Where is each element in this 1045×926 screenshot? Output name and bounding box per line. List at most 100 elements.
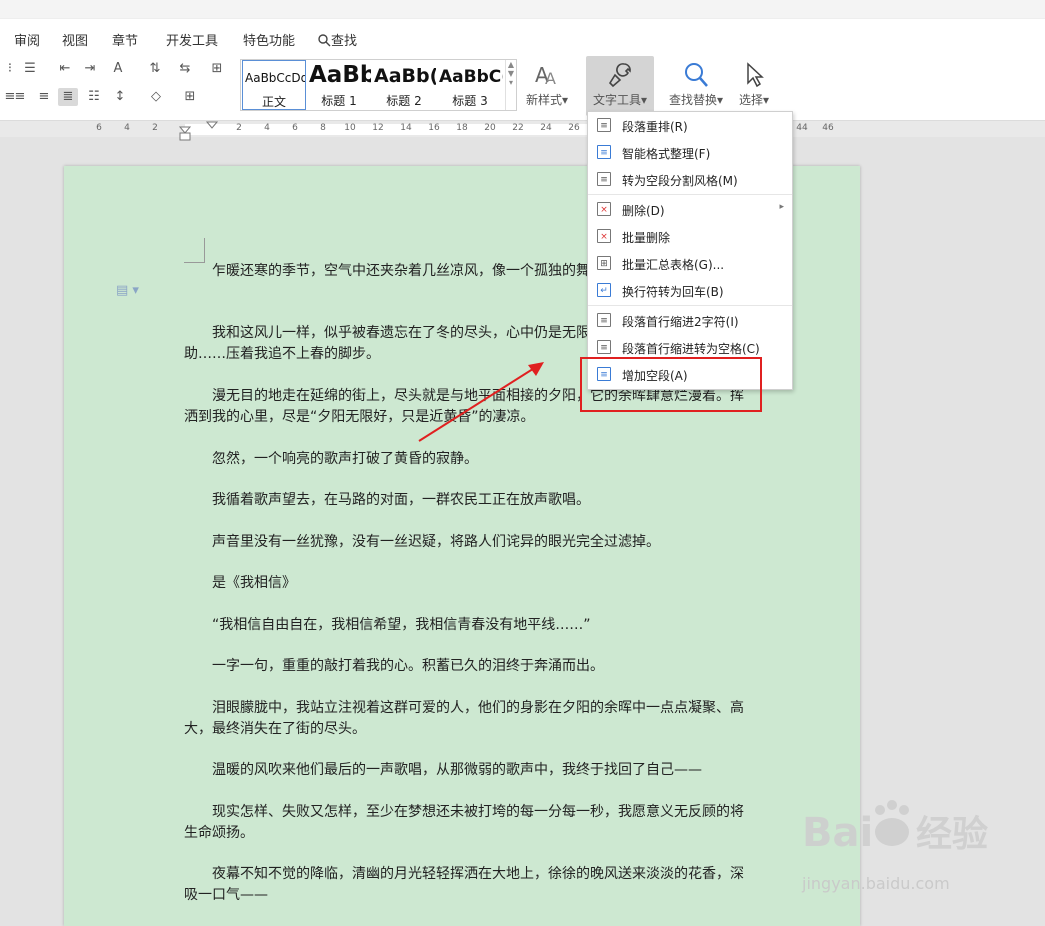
- select-button[interactable]: 选择▾: [734, 56, 774, 116]
- menu-item-label: 段落首行缩进转为空格(C): [622, 342, 760, 356]
- style-gallery: AaBbCcDd 正文 AaBb 标题 1 AaBb( 标题 2 AaBbC( …: [240, 59, 517, 111]
- tab-view[interactable]: 视图: [62, 30, 88, 49]
- search-tab-label: 查找: [331, 34, 358, 49]
- shading-icon[interactable]: ◇: [146, 88, 166, 106]
- menu-item-split-style[interactable]: ≡ 转为空段分割风格(M): [588, 166, 792, 193]
- style-name: 正文: [261, 95, 286, 109]
- indent-icon: ≡: [597, 313, 611, 327]
- new-style-button[interactable]: AA 新样式▾: [522, 56, 572, 116]
- sort-icon[interactable]: ⇅: [145, 60, 165, 78]
- ruler-tick: 16: [428, 123, 440, 133]
- tab-review[interactable]: 审阅: [14, 30, 40, 49]
- distributed-align-icon[interactable]: ☷: [84, 88, 104, 106]
- ruler-tick: 24: [540, 123, 552, 133]
- menu-separator: [588, 305, 792, 306]
- paragraph: 现实怎样、失败又怎样，至少在梦想还未被打垮的每一分每一秒，我愿意义无反顾的将生命…: [184, 804, 744, 841]
- indent-marker-icon[interactable]: [179, 121, 191, 143]
- paragraph: 忽然，一个响亮的歌声打破了黄昏的寂静。: [212, 451, 478, 467]
- bullet-list-icon[interactable]: ⁝: [0, 60, 20, 78]
- batch-table-icon: ⊞: [597, 256, 611, 270]
- margin-corner-mark: [184, 238, 205, 263]
- tab-special-features[interactable]: 特色功能: [243, 30, 295, 49]
- new-style-icon: AA: [535, 63, 556, 88]
- paragraph: “我相信自由自在，我相信希望，我相信青春没有地平线……”: [212, 617, 591, 633]
- line-spacing-icon[interactable]: ↕: [110, 88, 130, 106]
- menu-item-label: 转为空段分割风格(M): [622, 174, 738, 188]
- svg-text:A: A: [545, 69, 556, 88]
- style-name: 标题 2: [386, 94, 422, 108]
- ruler-tick: 2: [236, 123, 242, 133]
- numbered-list-icon[interactable]: ☰: [20, 60, 40, 78]
- style-sample: AaBb: [309, 62, 371, 88]
- show-hide-marks-icon[interactable]: ⇆: [175, 60, 195, 78]
- paragraph-rearrange-icon: ≡: [597, 118, 611, 132]
- align-right-icon[interactable]: ≡: [34, 88, 54, 106]
- menu-item-label: 换行符转为回车(B): [622, 285, 724, 299]
- menu-item-label: 段落首行缩进2字符(I): [622, 315, 739, 329]
- paragraph: 泪眼朦胧中，我站立注视着这群可爱的人，他们的身影在夕阳的余晖中一点点凝聚、高大，…: [184, 700, 744, 737]
- increase-indent-icon[interactable]: ⇥: [80, 60, 100, 78]
- style-sample: AaBb(: [374, 65, 436, 87]
- ruler-tick: 6: [96, 123, 102, 133]
- search-tab[interactable]: 查找: [318, 30, 357, 49]
- first-line-indent-marker-icon[interactable]: [206, 121, 218, 129]
- ruler-tick: 8: [320, 123, 326, 133]
- ruler-tick: 4: [124, 123, 130, 133]
- align-center-icon[interactable]: ≡: [10, 88, 30, 106]
- borders-icon[interactable]: ⊞: [180, 88, 200, 106]
- svg-text:Bai: Bai: [802, 810, 873, 856]
- text-direction-icon[interactable]: A: [108, 60, 128, 78]
- style-name: 标题 1: [321, 94, 357, 108]
- text-tools-label: 文字工具▾: [592, 93, 648, 107]
- ribbon-tab-bar: 审阅 视图 章节 开发工具 特色功能 查找: [0, 18, 1045, 57]
- tab-chapter[interactable]: 章节: [112, 30, 138, 49]
- window-top-strip: [0, 0, 1045, 18]
- submenu-arrow-icon: ▸: [779, 202, 784, 212]
- menu-separator: [588, 194, 792, 195]
- ruler-tick: 18: [456, 123, 468, 133]
- linebreak-icon: ↵: [597, 283, 611, 297]
- baidu-watermark: Bai 经验 jingyan.baidu.com: [800, 794, 1040, 904]
- menu-item-first-line-indent[interactable]: ≡ 段落首行缩进2字符(I): [588, 307, 792, 334]
- table-border-icon[interactable]: ⊞: [207, 60, 227, 78]
- watermark-url: jingyan.baidu.com: [802, 874, 950, 893]
- paragraph: 是《我相信》: [212, 575, 296, 591]
- annotation-arrow-icon: [418, 362, 544, 442]
- style-normal[interactable]: AaBbCcDd 正文: [242, 60, 306, 110]
- menu-item-label: 段落重排(R): [622, 120, 688, 134]
- ruler-tick: 10: [344, 123, 356, 133]
- tab-developer[interactable]: 开发工具: [166, 30, 218, 49]
- ruler-tick: 6: [292, 123, 298, 133]
- menu-item-label: 智能格式整理(F): [622, 147, 711, 161]
- text-tools-button[interactable]: 文字工具▾: [586, 56, 654, 116]
- style-heading-1[interactable]: AaBb 标题 1: [307, 60, 371, 110]
- paragraph-layout-icon[interactable]: ▤ ▾: [116, 283, 139, 298]
- find-replace-button[interactable]: 查找替换▾: [664, 56, 728, 116]
- ruler-tick: 26: [568, 123, 580, 133]
- select-label: 选择▾: [738, 93, 770, 107]
- paragraph: 声音里没有一丝犹豫，没有一丝迟疑，将路人们诧异的眼光完全过滤掉。: [212, 534, 660, 550]
- ribbon-toolbar: ⁝ ☰ ⇤ ⇥ A ⇅ ⇆ ⊞ ≡ ≡ ≡ ≣ ☷ ↕ ◇ ⊞ AaBbCcDd…: [0, 56, 1045, 121]
- justify-icon[interactable]: ≣: [58, 88, 78, 106]
- menu-item-batch-table-summary[interactable]: ⊞ 批量汇总表格(G)...: [588, 250, 792, 277]
- menu-item-rearrange-paragraphs[interactable]: ≡ 段落重排(R): [588, 112, 792, 139]
- style-heading-2[interactable]: AaBb( 标题 2: [372, 60, 436, 110]
- cursor-arrow-icon: [747, 62, 764, 88]
- menu-item-batch-delete[interactable]: × 批量删除: [588, 223, 792, 250]
- style-heading-3[interactable]: AaBbC( 标题 3: [437, 60, 503, 110]
- ruler-tick: 12: [372, 123, 384, 133]
- horizontal-ruler[interactable]: 6 4 2 2 4 6 8 10 12 14 16 18 20 22 24 26…: [0, 121, 1045, 141]
- ruler-tick: 14: [400, 123, 412, 133]
- menu-item-delete[interactable]: × 删除(D) ▸: [588, 196, 792, 223]
- menu-item-smart-format[interactable]: ≡ 智能格式整理(F): [588, 139, 792, 166]
- decrease-indent-icon[interactable]: ⇤: [55, 60, 75, 78]
- gallery-scroll[interactable]: ▲ ▼ ▾: [505, 60, 516, 110]
- highlight-annotation-box: [580, 357, 762, 412]
- menu-item-linebreak-to-enter[interactable]: ↵ 换行符转为回车(B): [588, 277, 792, 304]
- text-tools-menu: ≡ 段落重排(R) ≡ 智能格式整理(F) ≡ 转为空段分割风格(M) × 删除…: [587, 111, 793, 390]
- paragraph: 温暖的风吹来他们最后的一声歌唱，从那微弱的歌声中，我终于找回了自己——: [212, 762, 702, 778]
- batch-delete-icon: ×: [597, 229, 611, 243]
- delete-icon: ×: [597, 202, 611, 216]
- magnifier-icon: [685, 63, 708, 87]
- ruler-tick: 22: [512, 123, 524, 133]
